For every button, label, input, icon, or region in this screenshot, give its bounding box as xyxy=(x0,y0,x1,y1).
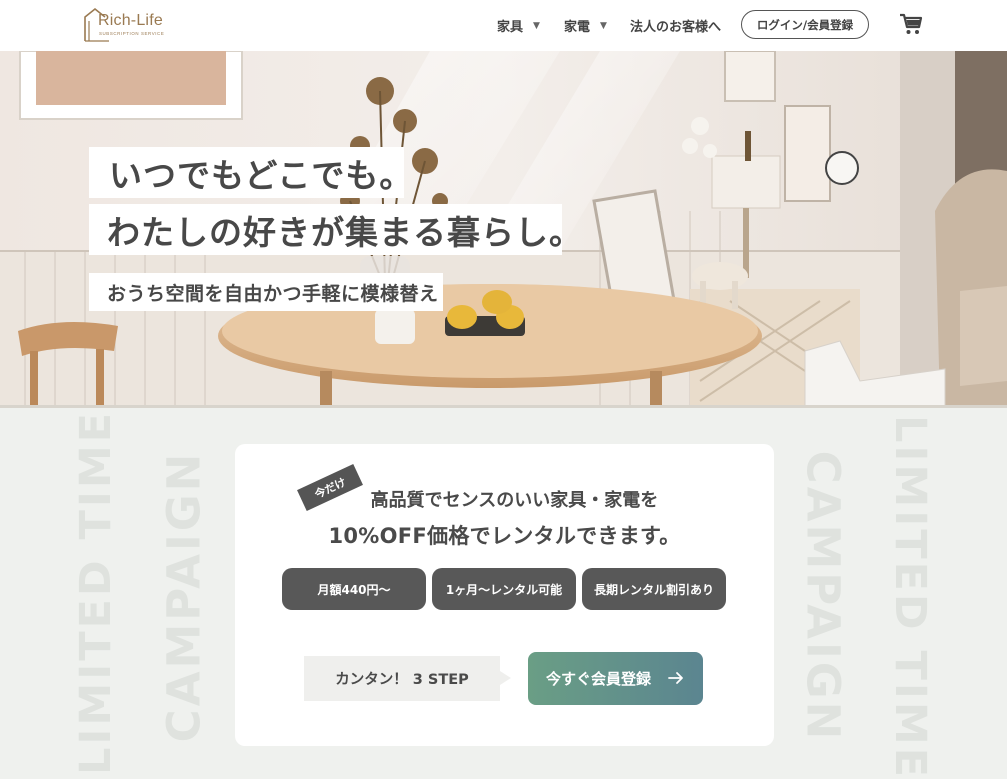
login-register-button[interactable]: ログイン/会員登録 xyxy=(741,10,869,39)
hero-banner: いつでもどこでも。 わたしの好きが集まる暮らし。 おうち空間を自由かつ手軽に模様… xyxy=(0,51,1007,406)
side-text-campaign-right: CAMPAIGN xyxy=(796,450,850,743)
campaign-headline-line2: 10%OFF価格でレンタルできます。 xyxy=(328,524,681,548)
logo-tagline: SUBSCRIPTION SERVICE xyxy=(99,31,165,36)
nav-corporate[interactable]: 法人のお客様へ xyxy=(630,16,721,35)
nav-corporate-label: 法人のお客様へ xyxy=(630,20,722,35)
nav-appliances-label: 家電 xyxy=(564,20,591,35)
cart-icon[interactable] xyxy=(899,12,923,36)
campaign-headline-line1: 高品質でセンスのいい家具・家電を xyxy=(370,490,659,511)
nav-furniture-label: 家具 xyxy=(497,20,524,35)
hero-divider xyxy=(0,405,1007,408)
nav-furniture[interactable]: 家具 ▼ xyxy=(497,16,540,35)
easy-3-step-button[interactable]: カンタン！ 3 STEP xyxy=(304,656,500,701)
logo-name: Rich-Life xyxy=(98,12,163,29)
chevron-down-icon: ▼ xyxy=(600,20,607,31)
side-text-limited-time-left: LIMITED TIME xyxy=(71,409,121,775)
nav-appliances[interactable]: 家電 ▼ xyxy=(564,16,607,35)
register-now-button[interactable]: 今すぐ会員登録 xyxy=(528,652,703,705)
site-header: Rich-Life SUBSCRIPTION SERVICE 家具 ▼ 家電 ▼… xyxy=(0,0,1007,51)
hero-catch-line1: いつでもどこでも。 xyxy=(89,147,412,198)
chevron-down-icon: ▼ xyxy=(533,20,540,31)
hero-catch-line2: わたしの好きが集まる暮らし。 xyxy=(89,204,582,255)
hero-catch-sub: おうち空間を自由かつ手軽に模様替え xyxy=(89,273,443,311)
step-arrow-icon xyxy=(500,671,511,685)
feature-rental-period: 1ヶ月〜レンタル可能 xyxy=(432,568,576,610)
side-text-limited-time-right: LIMITED TIME xyxy=(885,415,935,779)
arrow-right-icon xyxy=(668,672,683,684)
logo[interactable]: Rich-Life SUBSCRIPTION SERVICE xyxy=(83,7,175,43)
side-text-campaign-left: CAMPAIGN xyxy=(157,450,211,743)
feature-long-term-discount: 長期レンタル割引あり xyxy=(582,568,726,610)
register-now-label: 今すぐ会員登録 xyxy=(546,670,652,688)
feature-monthly-price: 月額440円〜 xyxy=(282,568,426,610)
